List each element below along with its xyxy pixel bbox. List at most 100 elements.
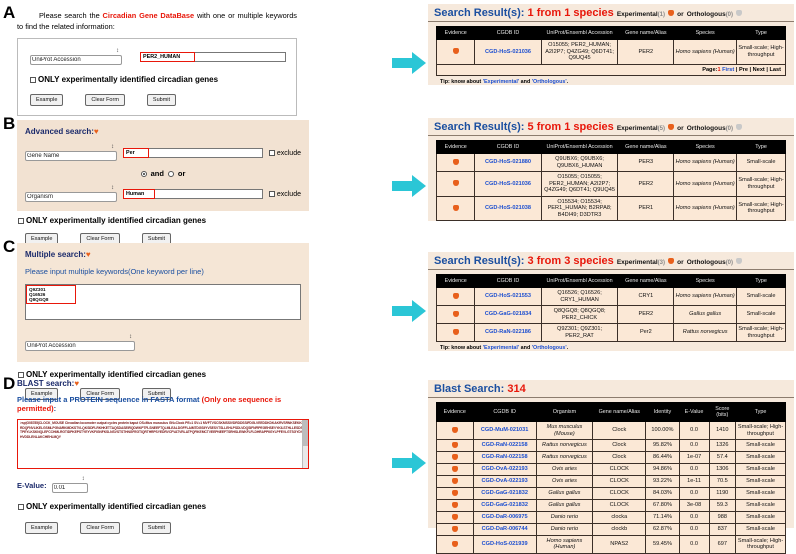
species-cell: Homo sapiens (Human) (673, 153, 738, 172)
evidence-cell (435, 153, 476, 172)
experimental-dot-icon (451, 453, 458, 460)
panel-d-form: BLAST search:♥ Please input a PROTEIN se… (17, 379, 309, 534)
cgdb-id-cell[interactable]: CGD-HoS-021939 (472, 534, 537, 554)
cgdb-id-cell[interactable]: CGD-HoS-021036 (474, 39, 542, 65)
experimental-dot-icon (668, 258, 675, 265)
or-label: or (177, 169, 186, 178)
cgdb-id-link[interactable]: CGD-GaG-021832 (481, 502, 528, 508)
and-label: and (150, 169, 164, 178)
organism-cell: Danio rerio (535, 510, 594, 524)
accession-cell: Q8QGQ8; Q8QGQ8; PER2_CHICK (540, 305, 619, 324)
advanced-keyword-input-1[interactable] (123, 148, 149, 158)
score-cell: 57.4 (708, 450, 737, 464)
advanced-keyword-input-2[interactable] (123, 189, 155, 199)
cgdb-id-cell[interactable]: CGD-MuM-021031 (472, 421, 537, 440)
cgdb-id-cell[interactable]: CGD-HoS-021036 (474, 171, 542, 197)
cgdb-id-link[interactable]: CGD-HoS-021038 (485, 205, 531, 211)
identity-cell: 95.82% (645, 439, 680, 452)
cgdb-id-link[interactable]: CGD-RaN-022158 (482, 442, 528, 448)
keyword-input[interactable] (140, 52, 195, 62)
th-species: Species (673, 274, 738, 288)
page-first-link[interactable]: First (722, 67, 734, 73)
heart-icon: ♥ (93, 127, 99, 136)
results-table-d: Evidence CGDB ID Organism Gene name/Alia… (436, 402, 786, 554)
score-cell: 1410 (708, 421, 737, 440)
experimental-dot-icon (668, 124, 675, 131)
fasta-sequence-input[interactable]: >sp|O08785|CLOCK_MOUSE Circadian locomot… (17, 419, 309, 469)
score-cell: 1326 (708, 439, 737, 452)
gene-cell: CLOCK (592, 474, 647, 488)
th-type: Type (735, 402, 786, 422)
evalue-select[interactable]: 0.01 (51, 483, 88, 493)
cgdb-id-link[interactable]: CGD-RaN-022186 (485, 329, 531, 335)
gene-cell: clockb (592, 522, 647, 536)
cgdb-id-cell[interactable]: CGD-HoS-021553 (474, 287, 542, 306)
cgdb-id-cell[interactable]: CGD-HoS-021038 (474, 195, 542, 221)
cgdb-id-link[interactable]: CGD-GaG-021832 (481, 490, 528, 496)
cgdb-id-link[interactable]: CGD-OvA-022193 (481, 478, 527, 484)
exclude-option-2[interactable]: exclude (268, 191, 301, 198)
tip-text-a: Tip: know about 'Experimental' and 'Orth… (440, 78, 569, 85)
cgdb-id-link[interactable]: CGD-MuM-021031 (481, 427, 529, 433)
gene-cell: PER1 (617, 195, 675, 221)
only-experimental-checkbox-c[interactable] (18, 371, 24, 378)
page-next-link[interactable]: Next (753, 67, 765, 73)
evidence-cell (436, 510, 474, 524)
cgdb-id-cell[interactable]: CGD-GaG-021832 (472, 498, 537, 512)
cgdb-id-link[interactable]: CGD-DaR-006975 (482, 514, 528, 520)
cgdb-id-link[interactable]: CGD-HoS-021036 (485, 49, 531, 55)
pagination-bar[interactable]: Page:1 First | Pre | Next | Last (436, 64, 786, 76)
identity-cell: 84.03% (645, 486, 680, 500)
cgdb-id-link[interactable]: CGD-HoS-021036 (485, 181, 531, 187)
multiple-field-select[interactable]: UniProt Accession (25, 341, 135, 351)
cgdb-id-cell[interactable]: CGD-OvA-022193 (472, 462, 537, 476)
only-experimental-checkbox[interactable] (30, 76, 36, 83)
advanced-field-select-1[interactable]: Gene Name (25, 151, 117, 161)
heart-icon: ♥ (74, 379, 80, 388)
cgdb-id-cell[interactable]: CGD-DaR-006975 (472, 510, 537, 524)
exclude-checkbox-1[interactable] (268, 150, 275, 156)
gene-cell: CRY1 (617, 287, 675, 306)
only-experimental-checkbox-d[interactable] (18, 503, 24, 510)
advanced-search-title: Advanced search:♥ (25, 127, 99, 136)
scrollbar[interactable] (302, 420, 308, 468)
cgdb-id-link[interactable]: CGD-HoS-021939 (482, 541, 528, 547)
cgdb-id-cell[interactable]: CGD-OvA-022193 (472, 474, 537, 488)
submit-button-d[interactable]: Submit (141, 522, 172, 534)
cgdb-id-cell[interactable]: CGD-RaN-022158 (472, 439, 537, 452)
cgdb-id-link[interactable]: CGD-HoS-021880 (485, 159, 531, 165)
cgdb-id-link[interactable]: CGD-DaR-006744 (482, 526, 528, 532)
cgdb-id-link[interactable]: CGD-HoS-021553 (485, 293, 531, 299)
advanced-keyword-input-1-tail[interactable] (149, 148, 263, 158)
cgdb-id-cell[interactable]: CGD-HoS-021880 (474, 153, 542, 172)
evalue-cell: 0.0 (678, 534, 710, 554)
clear-form-button-d[interactable]: Clear Form (80, 522, 120, 534)
cgdb-id-cell[interactable]: CGD-RaN-022186 (474, 323, 542, 342)
cgdb-id-cell[interactable]: CGD-RaN-022158 (472, 450, 537, 464)
page-pre-link[interactable]: Pre (739, 67, 748, 73)
score-cell: 1306 (708, 462, 737, 476)
exclude-option-1[interactable]: exclude (268, 150, 301, 157)
and-radio[interactable] (140, 170, 147, 177)
accession-cell: O15055; PER2_HUMAN; A2I2P7; Q4ZG49; Q6DT… (540, 39, 619, 65)
cgdb-id-link[interactable]: CGD-OvA-022193 (481, 466, 527, 472)
search-field-select[interactable]: UniProt Accession (30, 55, 122, 65)
cgdb-id-link[interactable]: CGD-RaN-022158 (482, 454, 528, 460)
advanced-keyword-input-2-tail[interactable] (155, 189, 263, 199)
or-radio[interactable] (167, 170, 174, 177)
exclude-checkbox-2[interactable] (268, 191, 275, 197)
cgdb-id-cell[interactable]: CGD-GaG-021832 (472, 486, 537, 500)
keyword-input-tail[interactable] (195, 52, 286, 62)
cgdb-id-cell[interactable]: CGD-GaG-021834 (474, 305, 542, 324)
page-last-link[interactable]: Last (769, 67, 781, 73)
advanced-field-select-2[interactable]: Organism (25, 192, 117, 202)
only-experimental-checkbox-b[interactable] (18, 217, 24, 224)
cgdb-id-cell[interactable]: CGD-DaR-006744 (472, 522, 537, 536)
example-button-d[interactable]: Example (25, 522, 59, 534)
submit-button[interactable]: Submit (146, 94, 177, 106)
example-button[interactable]: Example (30, 94, 64, 106)
organism-cell: Rattus norvegicus (535, 439, 594, 452)
panel-letter-a: A (3, 3, 16, 22)
cgdb-id-link[interactable]: CGD-GaG-021834 (485, 311, 532, 317)
clear-form-button[interactable]: Clear Form (85, 94, 125, 106)
